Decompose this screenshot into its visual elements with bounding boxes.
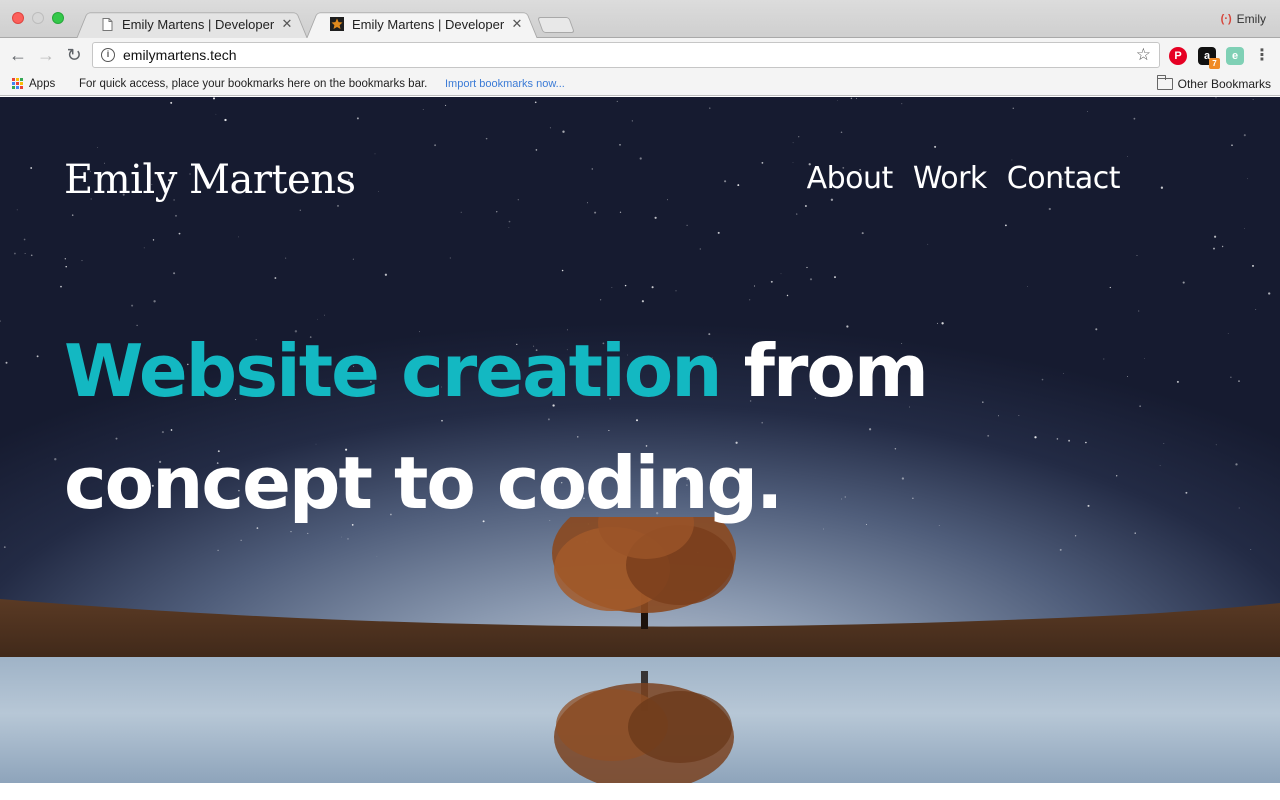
bookmarks-hint: For quick access, place your bookmarks h… <box>79 77 428 90</box>
address-bar[interactable]: i emilymartens.tech ☆ <box>92 42 1160 68</box>
amazon-assistant-icon[interactable]: a 7 <box>1198 47 1220 69</box>
browser-tab-active[interactable]: Emily Martens | Developer ✕ <box>306 9 538 39</box>
apps-label: Apps <box>29 77 56 90</box>
profile-icon: (·) <box>1220 13 1232 25</box>
browser-tab[interactable]: Emily Martens | Developer ✕ <box>76 9 308 39</box>
import-bookmarks-link[interactable]: Import bookmarks now... <box>445 78 565 90</box>
site-nav: About Work Contact <box>807 161 1121 196</box>
nav-link-about[interactable]: About <box>807 161 894 196</box>
new-tab-button[interactable] <box>537 17 575 33</box>
apps-grid-icon <box>12 78 23 89</box>
tab-title: Emily Martens | Developer <box>352 16 505 32</box>
lake-reflection <box>0 657 1280 783</box>
extension-badge: 7 <box>1209 58 1220 69</box>
profile-name: Emily <box>1236 12 1266 26</box>
nav-link-work[interactable]: Work <box>913 161 987 196</box>
bookmark-star-icon[interactable]: ☆ <box>1136 45 1151 65</box>
nav-link-contact[interactable]: Contact <box>1007 161 1121 196</box>
site-logo[interactable]: Emily Martens <box>64 157 356 203</box>
profile-button[interactable]: (·) Emily <box>1221 12 1266 26</box>
other-bookmarks[interactable]: Other Bookmarks <box>1156 74 1271 91</box>
back-icon[interactable]: ← <box>8 45 28 65</box>
menu-icon[interactable]: ⋮ <box>1254 47 1270 65</box>
bookmarks-bar: Apps For quick access, place your bookma… <box>0 72 1280 96</box>
page-bottom-strip <box>0 783 1280 800</box>
close-tab-icon[interactable]: ✕ <box>280 17 294 31</box>
evernote-icon[interactable]: e <box>1226 47 1244 65</box>
close-window-button[interactable] <box>12 12 24 24</box>
apps-shortcut[interactable]: Apps <box>12 78 55 90</box>
pinterest-icon[interactable]: P <box>1169 47 1187 65</box>
window-controls <box>12 12 64 24</box>
url-text[interactable]: emilymartens.tech <box>123 47 1136 63</box>
zoom-window-button[interactable] <box>52 12 64 24</box>
browser-toolbar: ← → ↻ i emilymartens.tech ☆ P a 7 e ⋮ <box>0 38 1280 72</box>
minimize-window-button[interactable] <box>32 12 44 24</box>
star-icon <box>330 17 344 31</box>
hero-accent-text: Website creation <box>64 329 722 413</box>
tab-title: Emily Martens | Developer <box>122 16 275 32</box>
close-tab-icon[interactable]: ✕ <box>510 17 524 31</box>
other-bookmarks-label: Other Bookmarks <box>1177 76 1271 91</box>
reload-icon[interactable]: ↻ <box>64 45 84 65</box>
forward-icon[interactable]: → <box>36 45 56 65</box>
page-viewport: Emily Martens About Work Contact Website… <box>0 97 1280 783</box>
hero-headline: Website creation from concept to coding. <box>64 315 1214 539</box>
tab-strip: Emily Martens | Developer ✕ Emily Marten… <box>0 0 1280 38</box>
folder-icon <box>1156 74 1173 90</box>
info-icon[interactable]: i <box>101 48 115 62</box>
page-icon <box>100 17 114 31</box>
